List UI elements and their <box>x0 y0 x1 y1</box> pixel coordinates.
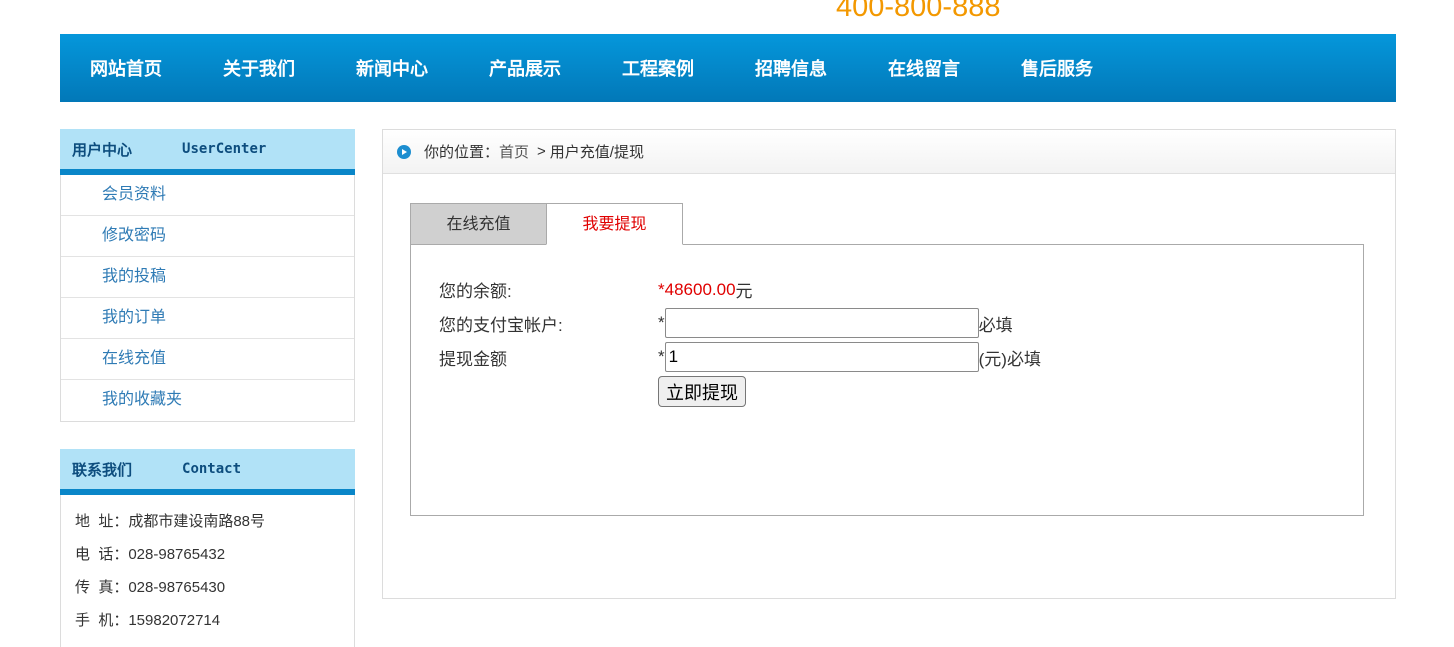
amount-row: 提现金额 * (元)必填 <box>439 342 1041 372</box>
contact-info: 地 址：成都市建设南路88号 电 话：028-98765432 传 真：028-… <box>60 495 355 647</box>
amount-label: 提现金额 <box>439 349 507 369</box>
contact-title: 联系我们 <box>72 460 133 479</box>
withdraw-form-panel: 您的余额: * 48600.00 元 您的支付宝帐户: * 必填 提现金额 * … <box>410 244 1364 516</box>
alipay-required-hint: 必填 <box>978 315 1013 335</box>
contact-phone: 电 话：028-98765432 <box>75 546 226 563</box>
tab-recharge[interactable]: 在线充值 <box>410 203 547 245</box>
tab-bar: 在线充值 我要提现 <box>410 203 683 245</box>
breadcrumb-home-link[interactable]: 首页 <box>499 141 529 162</box>
user-center-title-en: UserCenter <box>182 141 267 157</box>
alipay-account-input[interactable] <box>664 308 979 338</box>
breadcrumb-current: 用户充值/提现 <box>549 144 644 161</box>
nav-about[interactable]: 关于我们 <box>223 55 295 81</box>
nav-cases[interactable]: 工程案例 <box>622 55 694 81</box>
nav-news[interactable]: 新闻中心 <box>356 55 428 81</box>
balance-required-mark: * <box>658 279 665 299</box>
withdraw-submit-button[interactable]: 立即提现 <box>658 376 746 407</box>
balance-row: 您的余额: * 48600.00 元 <box>439 277 753 302</box>
sidebar-item-change-password[interactable]: 修改密码 <box>61 216 354 257</box>
amount-required-mark: * <box>658 347 665 366</box>
user-center-menu: 会员资料 修改密码 我的投稿 我的订单 在线充值 我的收藏夹 <box>60 175 355 422</box>
nav-products[interactable]: 产品展示 <box>489 55 561 81</box>
nav-service[interactable]: 售后服务 <box>1021 55 1093 81</box>
sidebar-item-favorites[interactable]: 我的收藏夹 <box>61 380 354 421</box>
main-navigation: 网站首页 关于我们 新闻中心 产品展示 工程案例 招聘信息 在线留言 售后服务 <box>60 34 1396 102</box>
balance-value: 48600.00 <box>664 279 736 299</box>
sidebar-item-orders[interactable]: 我的订单 <box>61 298 354 339</box>
contact-address: 地 址：成都市建设南路88号 <box>75 513 266 530</box>
breadcrumb: 你的位置： 首页 > 用户充值/提现 <box>383 130 1395 174</box>
sidebar-item-profile[interactable]: 会员资料 <box>61 175 354 216</box>
amount-required-hint: (元)必填 <box>978 349 1041 369</box>
nav-jobs[interactable]: 招聘信息 <box>755 55 827 81</box>
contact-panel: 联系我们 Contact 地 址：成都市建设南路88号 电 话：028-9876… <box>60 449 355 647</box>
balance-label: 您的余额: <box>439 282 512 301</box>
user-center-title: 用户中心 <box>72 140 133 159</box>
contact-title-en: Contact <box>182 461 242 477</box>
alipay-label: 您的支付宝帐户: <box>439 315 563 335</box>
sidebar-item-submissions[interactable]: 我的投稿 <box>61 257 354 298</box>
hotline-number: 400-800-888 <box>836 0 1001 23</box>
contact-fax: 传 真：028-98765430 <box>75 579 226 596</box>
user-center-header: 用户中心 UserCenter <box>60 129 355 175</box>
alipay-required-mark: * <box>658 313 665 332</box>
main-content: 你的位置： 首页 > 用户充值/提现 在线充值 我要提现 您的余额: * 486… <box>382 129 1396 599</box>
nav-messages[interactable]: 在线留言 <box>888 55 960 81</box>
alipay-row: 您的支付宝帐户: * 必填 <box>439 308 1013 338</box>
balance-unit: 元 <box>735 282 753 301</box>
withdraw-amount-input[interactable] <box>664 342 979 372</box>
contact-header: 联系我们 Contact <box>60 449 355 495</box>
nav-home[interactable]: 网站首页 <box>90 55 162 81</box>
breadcrumb-prefix: 你的位置： <box>424 144 500 161</box>
contact-mobile: 手 机：15982072714 <box>75 612 221 629</box>
user-center-panel: 用户中心 UserCenter 会员资料 修改密码 我的投稿 我的订单 在线充值… <box>60 129 355 422</box>
arrow-circle-icon <box>397 144 411 159</box>
sidebar-item-recharge[interactable]: 在线充值 <box>61 339 354 380</box>
breadcrumb-separator: > <box>537 143 546 160</box>
tab-withdraw[interactable]: 我要提现 <box>546 203 683 245</box>
